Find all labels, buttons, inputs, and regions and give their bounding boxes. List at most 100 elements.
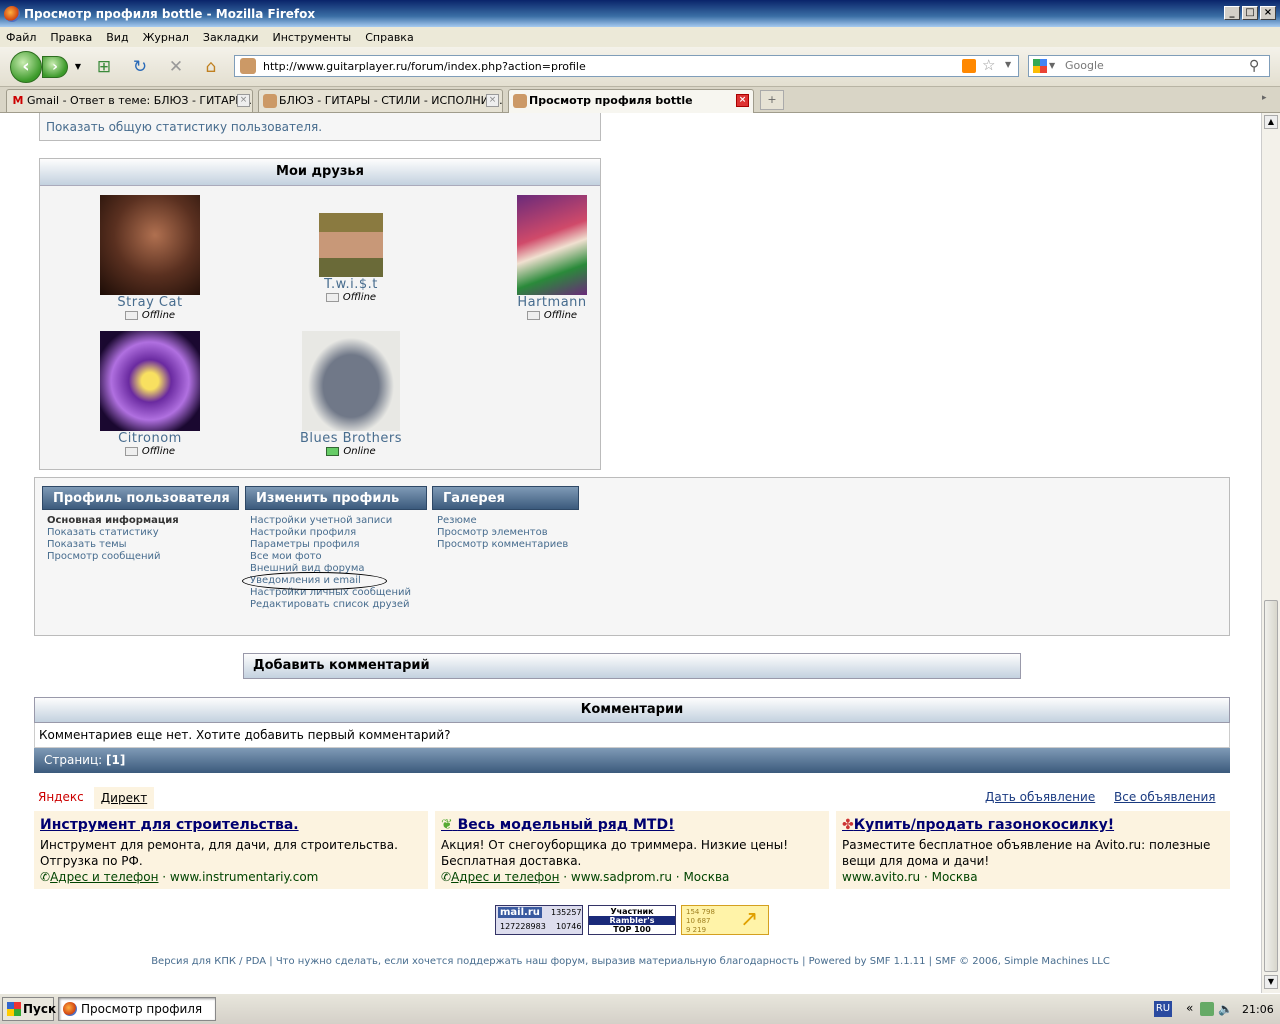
ad-site-link[interactable]: www.sadprom.ru (571, 870, 672, 884)
rambler-text: TOP 100 (613, 925, 651, 934)
pda-link[interactable]: Версия для КПК / PDA (151, 956, 266, 967)
taskbar-item-firefox[interactable]: Просмотр профиля b... (58, 997, 216, 1021)
donate-link[interactable]: Что нужно сделать, если хочется поддержа… (276, 956, 799, 967)
menu-link[interactable]: Основная информация (47, 515, 179, 527)
google-engine-icon[interactable] (1033, 59, 1047, 73)
tab-close-icon[interactable]: × (486, 94, 499, 107)
menu-link[interactable]: Просмотр сообщений (47, 551, 179, 563)
post-ad-link[interactable]: Дать объявление (985, 790, 1095, 804)
tab-gmail[interactable]: M Gmail - Ответ в теме: БЛЮЗ - ГИТАРЫ...… (6, 89, 253, 112)
ad-site-link[interactable]: www.instrumentariy.com (170, 870, 318, 884)
ad-footer: ✆Адрес и телефон · www.instrumentariy.co… (40, 870, 319, 884)
menu-link[interactable]: Параметры профиля (250, 539, 411, 551)
search-icon[interactable]: ⚲ (1249, 56, 1259, 76)
menu-edit[interactable]: Правка (50, 31, 92, 44)
friend-name[interactable]: Citronom (80, 431, 220, 446)
maximize-button[interactable]: □ (1242, 6, 1258, 20)
show-statistics-link[interactable]: Показать общую статистику пользователя. (46, 120, 322, 134)
menu-link[interactable]: Редактировать список друзей (250, 599, 411, 611)
menu-link[interactable]: Просмотр элементов (437, 527, 568, 539)
ad-block: ✤Купить/продать газонокосилку! Разместит… (836, 811, 1230, 889)
menu-bookmarks[interactable]: Закладки (203, 31, 259, 44)
tab-list-icon[interactable]: ▸ (1262, 93, 1267, 103)
menu-help[interactable]: Справка (365, 31, 413, 44)
stop-icon[interactable]: ✕ (166, 57, 186, 77)
ad-contact-link[interactable]: Адрес и телефон (50, 870, 158, 884)
add-comment-button[interactable]: Добавить комментарий (243, 653, 1021, 679)
scroll-up-icon[interactable]: ▲ (1264, 115, 1278, 129)
friend-name[interactable]: Blues Brothers (281, 431, 421, 446)
new-tab-icon[interactable]: ⊞ (94, 57, 114, 77)
friend-avatar[interactable] (100, 195, 200, 295)
ad-contact-link[interactable]: Адрес и телефон (451, 870, 559, 884)
friend-card[interactable]: T.w.i.$.t Offline (281, 213, 421, 303)
start-button[interactable]: Пуск (2, 997, 56, 1021)
menu-link[interactable]: Настройки учетной записи (250, 515, 411, 527)
search-input[interactable]: ▼ Google ⚲ (1028, 55, 1270, 77)
menu-link[interactable]: Резюме (437, 515, 568, 527)
friend-card[interactable]: Stray Cat Offline (80, 195, 220, 321)
page-number-link[interactable]: [1] (106, 753, 125, 767)
history-dropdown-icon[interactable]: ▼ (68, 57, 88, 77)
close-button[interactable]: × (1260, 6, 1276, 20)
search-placeholder: Google (1065, 59, 1104, 72)
menu-tools[interactable]: Инструменты (273, 31, 352, 44)
forward-button[interactable]: › (42, 56, 68, 78)
powered-by-link[interactable]: Powered by SMF 1.1.11 (809, 956, 926, 967)
comments-empty-text: Комментариев еще нет. Хотите добавить пе… (34, 723, 1230, 748)
copyright-link[interactable]: SMF © 2006, Simple Machines LLC (935, 956, 1110, 967)
tray-app-icon[interactable] (1200, 1002, 1214, 1016)
new-tab-button[interactable]: + (760, 90, 784, 110)
ad-title[interactable]: ❦ Весь модельный ряд MTD! (441, 817, 823, 833)
friend-card[interactable]: Hartmann Offline (482, 195, 622, 321)
ad-city: Москва (931, 870, 978, 884)
rambler-counter[interactable]: Участник Rambler's TOP 100 (588, 905, 676, 935)
friend-avatar[interactable] (302, 331, 400, 431)
back-button[interactable]: ‹ (10, 51, 42, 83)
friend-name[interactable]: Hartmann (482, 295, 622, 310)
menu-link[interactable]: Все мои фото (250, 551, 411, 563)
url-dropdown-icon[interactable]: ▼ (1005, 60, 1011, 69)
friend-card[interactable]: Blues Brothers Online (281, 331, 421, 457)
friend-card[interactable]: Citronom Offline (80, 331, 220, 457)
ad-title[interactable]: Инструмент для строительства. (40, 817, 422, 833)
friend-name[interactable]: Stray Cat (80, 295, 220, 310)
menu-history[interactable]: Журнал (143, 31, 189, 44)
menu-view[interactable]: Вид (106, 31, 128, 44)
menu-link[interactable]: Показать статистику (47, 527, 179, 539)
scroll-down-icon[interactable]: ▼ (1264, 975, 1278, 989)
url-bar[interactable]: http://www.guitarplayer.ru/forum/index.p… (234, 55, 1019, 77)
yandex-logo[interactable]: Яндекс (38, 790, 84, 804)
engine-dropdown-icon[interactable]: ▼ (1049, 56, 1055, 76)
friend-avatar[interactable] (517, 195, 587, 295)
tab-close-icon[interactable]: × (237, 94, 250, 107)
bookmark-star-icon[interactable]: ☆ (982, 56, 995, 74)
volume-icon[interactable]: 🔈 (1218, 1002, 1233, 1016)
all-ads-link[interactable]: Все объявления (1114, 790, 1215, 804)
tray-expand-icon[interactable]: « (1186, 1001, 1193, 1015)
friend-name[interactable]: T.w.i.$.t (281, 277, 421, 292)
scroll-thumb[interactable] (1264, 600, 1278, 972)
menu-link[interactable]: Показать темы (47, 539, 179, 551)
minimize-button[interactable]: _ (1224, 6, 1240, 20)
mailru-counter[interactable]: mail.ru 135257 127228983 10746 (495, 905, 583, 935)
tab-close-icon[interactable]: × (736, 94, 749, 107)
friend-avatar[interactable] (319, 213, 383, 277)
menu-file[interactable]: Файл (6, 31, 36, 44)
vertical-scrollbar[interactable]: ▲ ▼ (1261, 113, 1280, 993)
rss-feed-icon[interactable] (962, 59, 976, 73)
reload-icon[interactable]: ↻ (130, 57, 150, 77)
tab-bar: M Gmail - Ответ в теме: БЛЮЗ - ГИТАРЫ...… (0, 87, 1280, 113)
direct-link[interactable]: Директ (94, 787, 154, 809)
liveinternet-counter[interactable]: 154 798 10 687 9 219 ↗ (681, 905, 769, 935)
offline-icon (124, 310, 138, 320)
tab-profile[interactable]: Просмотр профиля bottle × (508, 89, 754, 113)
menu-link[interactable]: Просмотр комментариев (437, 539, 568, 551)
tab-blues[interactable]: БЛЮЗ - ГИТАРЫ - СТИЛИ - ИСПОЛНИТ... × (258, 89, 503, 112)
menu-link[interactable]: Настройки профиля (250, 527, 411, 539)
home-icon[interactable]: ⌂ (201, 57, 221, 77)
friend-avatar[interactable] (100, 331, 200, 431)
ad-site-link[interactable]: www.avito.ru (842, 870, 920, 884)
language-indicator[interactable]: RU (1154, 1001, 1172, 1017)
ad-title[interactable]: ✤Купить/продать газонокосилку! (842, 817, 1224, 833)
